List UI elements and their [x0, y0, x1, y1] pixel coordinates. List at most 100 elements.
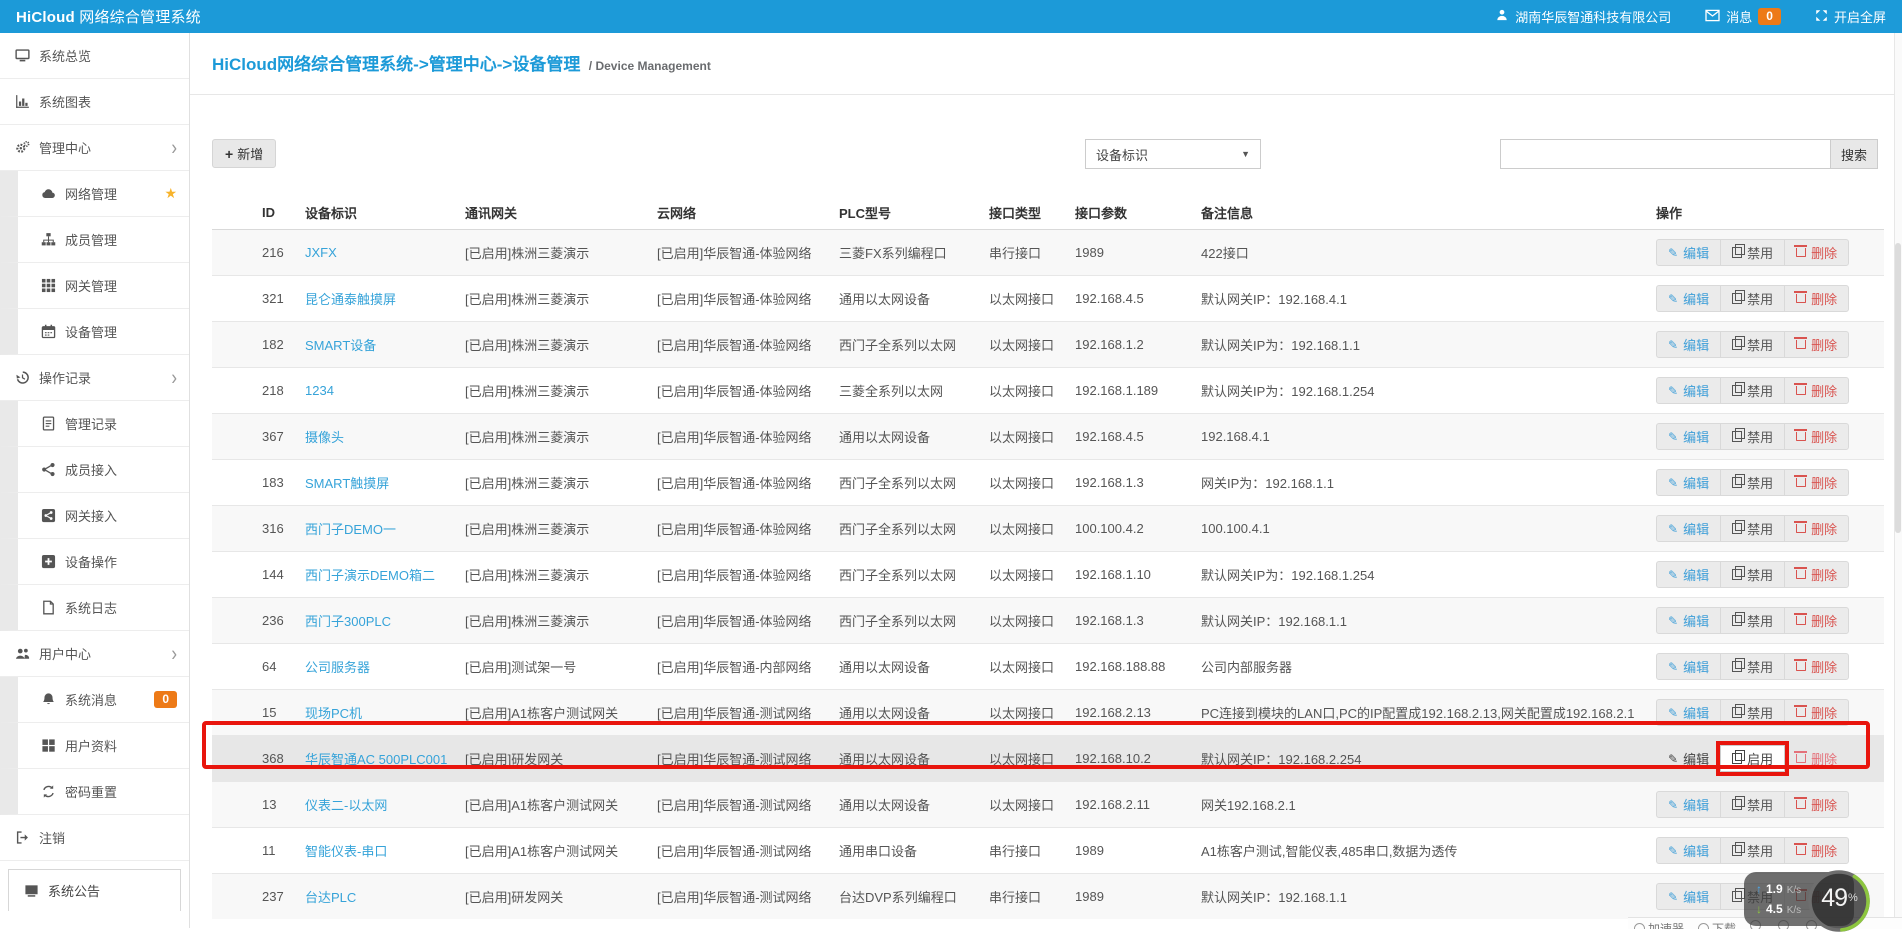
boost-percent-widget[interactable]: 49% [1806, 868, 1872, 934]
edit-button[interactable]: ✎编辑 [1656, 285, 1721, 312]
edit-button[interactable]: ✎编辑 [1656, 469, 1721, 496]
edit-button[interactable]: ✎编辑 [1656, 515, 1721, 542]
fullscreen-toggle[interactable]: 开启全屏 [1815, 7, 1886, 26]
device-name-link[interactable]: 摄像头 [305, 430, 344, 445]
chevron-right-icon: › [171, 137, 177, 158]
sidebar-item-system-announcement[interactable]: 系统公告 [8, 869, 181, 911]
disable-button[interactable]: 禁用 [1720, 377, 1785, 404]
trash-icon [1796, 708, 1806, 717]
sidebar-item-management-records[interactable]: 管理记录 [0, 401, 189, 447]
vertical-scrollbar[interactable] [1894, 33, 1902, 928]
disable-button[interactable]: 禁用 [1720, 239, 1785, 266]
sidebar-item-system-overview[interactable]: 系统总览 [0, 33, 189, 79]
device-name-link[interactable]: 1234 [305, 383, 334, 398]
upload-speed-value: 1.9 [1766, 880, 1783, 898]
sidebar-item-system-charts[interactable]: 系统图表 [0, 79, 189, 125]
search-input[interactable] [1500, 139, 1830, 169]
edit-button[interactable]: ✎编辑 [1656, 331, 1721, 358]
edit-button[interactable]: ✎编辑 [1656, 837, 1721, 864]
sidebar-item-password-reset[interactable]: 密码重置 [0, 769, 189, 815]
messages-menu[interactable]: 消息 0 [1705, 7, 1781, 26]
disable-button[interactable]: 禁用 [1720, 837, 1785, 864]
sidebar-item-gateway-management[interactable]: 网关管理 [0, 263, 189, 309]
trash-icon [1796, 662, 1806, 671]
delete-button[interactable]: 删除 [1784, 791, 1849, 818]
sidebar-item-logout[interactable]: 注销 [0, 815, 189, 861]
scrollbar-thumb[interactable] [1895, 243, 1901, 533]
sidebar-item-member-access[interactable]: 成员接入 [0, 447, 189, 493]
sidebar-item-device-operation[interactable]: 设备操作 [0, 539, 189, 585]
trash-icon [1796, 754, 1806, 763]
sidebar-item-operation-records[interactable]: 操作记录› [0, 355, 189, 401]
device-name-link[interactable]: 现场PC机 [305, 706, 362, 721]
delete-button[interactable]: 删除 [1784, 515, 1849, 542]
cell-interface-param: 192.168.10.2 [1067, 736, 1193, 782]
device-name-link[interactable]: SMART触摸屏 [305, 476, 389, 491]
sidebar-item-system-logs[interactable]: 系统日志 [0, 585, 189, 631]
delete-button[interactable]: 删除 [1784, 377, 1849, 404]
search-button[interactable]: 搜索 [1830, 139, 1878, 169]
edit-button[interactable]: ✎编辑 [1656, 791, 1721, 818]
delete-button[interactable]: 删除 [1784, 331, 1849, 358]
device-name-link[interactable]: 公司服务器 [305, 660, 370, 675]
delete-button[interactable]: 删除 [1784, 837, 1849, 864]
delete-button[interactable]: 删除 [1784, 607, 1849, 634]
delete-button[interactable]: 删除 [1784, 469, 1849, 496]
edit-button[interactable]: ✎编辑 [1656, 699, 1721, 726]
add-device-button[interactable]: +新增 [212, 139, 276, 168]
edit-button[interactable]: ✎编辑 [1656, 883, 1721, 910]
disable-button[interactable]: 禁用 [1720, 607, 1785, 634]
edit-button[interactable]: ✎编辑 [1656, 561, 1721, 588]
edit-button[interactable]: ✎编辑 [1656, 745, 1721, 772]
cell-plc-model: 西门子全系列以太网 [831, 322, 981, 368]
edit-button[interactable]: ✎编辑 [1656, 653, 1721, 680]
device-name-link[interactable]: 西门子演示DEMO箱二 [305, 568, 435, 583]
device-name-link[interactable]: SMART设备 [305, 338, 376, 353]
disable-button[interactable]: 禁用 [1720, 515, 1785, 542]
sidebar-item-device-management[interactable]: 设备管理 [0, 309, 189, 355]
delete-button[interactable]: 删除 [1784, 745, 1849, 772]
disable-button[interactable]: 禁用 [1720, 699, 1785, 726]
cell-device-name: 现场PC机 [297, 690, 457, 736]
cell-plc-model: 西门子全系列以太网 [831, 506, 981, 552]
sidebar-item-user-profile[interactable]: 用户资料 [0, 723, 189, 769]
device-name-link[interactable]: JXFX [305, 245, 337, 260]
delete-button[interactable]: 删除 [1784, 239, 1849, 266]
device-name-link[interactable]: 昆仑通泰触摸屏 [305, 292, 396, 307]
edit-button[interactable]: ✎编辑 [1656, 239, 1721, 266]
header-actions: 操作 [1648, 195, 1884, 230]
device-name-link[interactable]: 智能仪表-串口 [305, 844, 387, 859]
company-account[interactable]: 湖南华辰智通科技有限公司 [1495, 7, 1671, 26]
clone-icon [1732, 799, 1742, 810]
disable-button[interactable]: 禁用 [1720, 285, 1785, 312]
sidebar-item-member-management[interactable]: 成员管理 [0, 217, 189, 263]
disable-button[interactable]: 禁用 [1720, 561, 1785, 588]
edit-button[interactable]: ✎编辑 [1656, 377, 1721, 404]
delete-button[interactable]: 删除 [1784, 285, 1849, 312]
delete-button[interactable]: 删除 [1784, 561, 1849, 588]
disable-button[interactable]: 禁用 [1720, 423, 1785, 450]
device-name-link[interactable]: 华辰智通AC 500PLC001 [305, 752, 447, 767]
device-name-link[interactable]: 西门子300PLC [305, 614, 391, 629]
enable-button[interactable]: 启用 [1720, 745, 1785, 772]
device-name-link[interactable]: 西门子DEMO一 [305, 522, 396, 537]
sidebar-item-network-management[interactable]: 网络管理★ [0, 171, 189, 217]
sidebar-item-gateway-access[interactable]: 网关接入 [0, 493, 189, 539]
sidebar-item-management-center[interactable]: 管理中心› [0, 125, 189, 171]
disable-button[interactable]: 禁用 [1720, 469, 1785, 496]
favorite-star-icon[interactable]: ★ [164, 185, 177, 202]
edit-button[interactable]: ✎编辑 [1656, 423, 1721, 450]
sidebar-item-system-messages[interactable]: 系统消息0 [0, 677, 189, 723]
sidebar-item-user-center[interactable]: 用户中心› [0, 631, 189, 677]
disable-button[interactable]: 禁用 [1720, 653, 1785, 680]
filter-field-select[interactable]: 设备标识 ▼ [1085, 139, 1261, 169]
device-name-link[interactable]: 仪表二-以太网 [305, 798, 387, 813]
cell-device-name: 昆仑通泰触摸屏 [297, 276, 457, 322]
device-name-link[interactable]: 台达PLC [305, 890, 356, 905]
disable-button[interactable]: 禁用 [1720, 791, 1785, 818]
delete-button[interactable]: 删除 [1784, 699, 1849, 726]
edit-button[interactable]: ✎编辑 [1656, 607, 1721, 634]
disable-button[interactable]: 禁用 [1720, 331, 1785, 358]
delete-button[interactable]: 删除 [1784, 423, 1849, 450]
delete-button[interactable]: 删除 [1784, 653, 1849, 680]
